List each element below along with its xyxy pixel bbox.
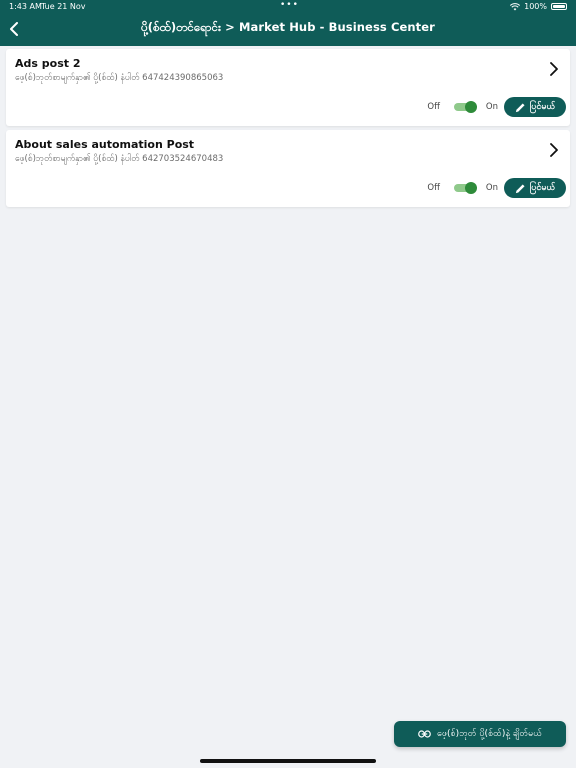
connect-facebook-post-button[interactable]: ဖေ့(စ်)ဘုတ် ပို့(စ်ထ်)နဲ့ ချိတ်မယ် <box>394 721 566 747</box>
post-subtitle: ဖေ့(စ်)ဘုတ်စာမျက်နှာ၏ ပို့(စ်ထ်) နံပါတ် … <box>15 154 224 164</box>
pencil-icon <box>515 102 525 112</box>
status-right: 100% <box>510 2 567 11</box>
edit-button[interactable]: ပြင်မယ် <box>504 178 566 198</box>
status-bar: 1:43 AM Tue 21 Nov ••• 100% <box>0 0 576 14</box>
status-time: 1:43 AM <box>9 2 42 11</box>
home-indicator[interactable] <box>200 759 376 763</box>
fab-label: ဖေ့(စ်)ဘုတ် ပို့(စ်ထ်)နဲ့ ချိတ်မယ် <box>437 728 542 739</box>
toggle-knob <box>464 101 477 113</box>
battery-percent: 100% <box>524 2 547 11</box>
post-card[interactable]: Ads post 2 ဖေ့(စ်)ဘုတ်စာမျက်နှာ၏ ပို့(စ်… <box>6 49 570 126</box>
post-toggle-switch[interactable] <box>453 101 477 113</box>
post-card[interactable]: About sales automation Post ဖေ့(စ်)ဘုတ်စ… <box>6 130 570 207</box>
off-label: Off <box>427 102 440 112</box>
multitask-dots[interactable]: ••• <box>280 0 299 10</box>
edit-button[interactable]: ပြင်မယ် <box>504 97 566 117</box>
pencil-icon <box>515 183 525 193</box>
post-title: About sales automation Post <box>15 138 195 151</box>
off-label: Off <box>427 183 440 193</box>
edit-button-label: ပြင်မယ် <box>529 182 556 193</box>
status-date: Tue 21 Nov <box>41 2 86 11</box>
link-icon <box>418 730 431 738</box>
post-toggle-row: Off On ပြင်မယ် <box>427 97 566 117</box>
post-toggle-row: Off On ပြင်မယ် <box>427 178 566 198</box>
edit-button-label: ပြင်မယ် <box>529 101 556 112</box>
page-title: ပို့(စ်ထ်)တင်ရောင်း > Market Hub - Busin… <box>141 20 435 34</box>
toggle-knob <box>464 182 477 194</box>
on-label: On <box>485 183 498 193</box>
post-toggle-switch[interactable] <box>453 182 477 194</box>
post-subtitle: ဖေ့(စ်)ဘုတ်စာမျက်နှာ၏ ပို့(စ်ထ်) နံပါတ် … <box>15 73 224 83</box>
post-title: Ads post 2 <box>15 57 81 70</box>
chevron-right-icon[interactable] <box>548 62 560 76</box>
battery-icon <box>551 3 567 10</box>
wifi-icon <box>510 2 521 10</box>
app-header: 1:43 AM Tue 21 Nov ••• 100% ပို့(စ်ထ်)တင… <box>0 0 576 46</box>
on-label: On <box>485 102 498 112</box>
chevron-right-icon[interactable] <box>548 143 560 157</box>
